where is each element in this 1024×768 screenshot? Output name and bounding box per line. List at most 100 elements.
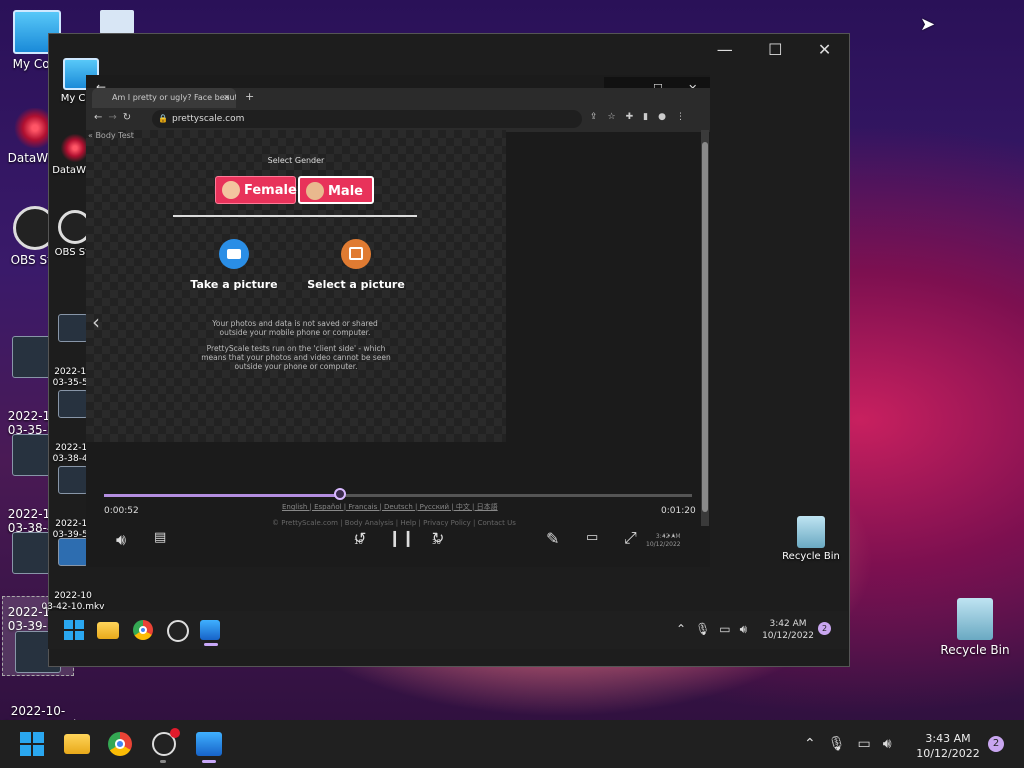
notification-badge[interactable]: 2 [988, 736, 1004, 752]
skip-forward-button[interactable]: ↻ 30 [426, 528, 450, 547]
language-links[interactable]: English | Español | Français | Deutsch |… [282, 502, 498, 512]
skip-back-label: 10 [354, 538, 363, 546]
inner-obs-icon [167, 620, 189, 642]
obs-button[interactable] [152, 728, 180, 756]
minimize-icon[interactable]: — [717, 40, 733, 59]
video-file-icon [58, 314, 88, 342]
seek-bar[interactable] [104, 488, 692, 500]
female-avatar-icon [222, 181, 240, 199]
fullscreen-icon[interactable]: ⤢ [624, 528, 637, 548]
female-label: Female [244, 183, 297, 198]
select-gender-label: Select Gender [267, 156, 325, 165]
inner-chrome-icon [133, 620, 153, 640]
file-explorer-button[interactable] [64, 734, 90, 754]
start-button[interactable] [20, 732, 44, 756]
pen-icon[interactable]: ✎ [546, 529, 559, 548]
page-scrollbar[interactable] [701, 130, 709, 526]
inner-clock-tray: 3:42 AM 10/12/2022 [760, 618, 816, 642]
profile-icon[interactable]: ● [658, 112, 676, 122]
subtitles-icon[interactable]: ▤ [154, 530, 166, 545]
nav-buttons[interactable]: ←→↻ [94, 112, 137, 123]
clock-date: 10/12/2022 [916, 747, 980, 760]
breadcrumb[interactable]: « Body Test [88, 131, 134, 140]
record-dot-icon [170, 728, 180, 738]
forward-icon[interactable]: → [108, 112, 122, 123]
privacy-text-1: Your photos and data is not saved or sha… [212, 319, 378, 337]
cast-icon[interactable]: ▭ [586, 530, 598, 545]
share-icon[interactable]: ⇪ [590, 112, 608, 122]
inner-icon-label: 2022-10 03-42-10.mkv [41, 591, 105, 612]
tab-close-icon[interactable]: ✕ [223, 88, 230, 108]
desktop-file-icon[interactable] [100, 10, 134, 34]
system-tray: ⌃🎙︎▭🔊︎ [804, 736, 904, 752]
mic-icon[interactable]: 🎙︎ [828, 736, 858, 752]
camera-icon[interactable] [219, 239, 249, 269]
chevron-up-icon[interactable]: ⌃ [804, 736, 828, 752]
media-player-button[interactable] [196, 732, 222, 756]
gallery-icon[interactable] [341, 239, 371, 269]
desktop-icon-label: Recycle Bin [940, 643, 1010, 657]
total-duration: 0:01:20 [661, 506, 696, 516]
inner-tray-date: 10/12/2022 [762, 631, 814, 641]
divider [173, 215, 417, 217]
inner-icon-label: Recycle Bin [782, 551, 840, 562]
inner-clock-time: 3:42 AM [655, 533, 681, 540]
desktop-icon-recycle-bin[interactable]: Recycle Bin [938, 598, 1012, 657]
back-icon[interactable]: ← [94, 112, 108, 123]
inner-tray-icons: ⌃🎙︎▭🔊︎ [676, 622, 756, 637]
chrome-button[interactable] [108, 732, 132, 756]
inner-clock-date: 10/12/2022 [646, 541, 681, 548]
select-picture-button[interactable]: Select a picture [302, 278, 410, 291]
volume-icon[interactable]: 🔊︎ [116, 530, 126, 550]
recycle-bin-icon [797, 516, 825, 548]
inner-icon-recycle-bin: Recycle Bin [776, 516, 846, 562]
chevron-up-icon: ⌃ [676, 622, 696, 636]
inner-tray-time: 3:42 AM [769, 619, 807, 629]
recycle-bin-icon [957, 598, 993, 640]
network-icon: ▭ [719, 622, 740, 636]
pause-button[interactable]: ❙❙ [388, 528, 415, 547]
male-avatar-icon [306, 182, 324, 200]
browser-toolbar-icons: ⇪☆✚▮●⋮ [590, 112, 695, 122]
scroll-thumb[interactable] [702, 142, 708, 512]
speaker-icon: 🔊︎ [739, 622, 757, 636]
taskbar-clock[interactable]: 3:43 AM 10/12/2022 [914, 731, 982, 761]
skip-back-button[interactable]: ↺ 10 [348, 528, 372, 547]
male-button[interactable]: Male [298, 176, 374, 204]
sidepanel-icon[interactable]: ▮ [643, 112, 658, 122]
address-bar[interactable]: 🔒 prettyscale.com [152, 110, 582, 128]
extensions-icon[interactable]: ✚ [626, 112, 644, 122]
browser-tab[interactable]: Am I pretty or ugly? Face beauty ✕ [92, 88, 236, 108]
female-button[interactable]: Female [215, 176, 297, 204]
male-label: Male [328, 184, 363, 199]
elapsed-time: 0:00:52 [104, 506, 139, 516]
video-file-icon [58, 538, 88, 566]
star-icon[interactable]: ☆ [608, 112, 626, 122]
skip-forward-label: 30 [432, 538, 441, 546]
menu-icon[interactable]: ⋮ [676, 112, 695, 122]
window-controls: — ☐ ✕ [699, 34, 849, 64]
lock-icon: 🔒 [158, 114, 168, 123]
video-file-icon [58, 466, 88, 494]
reload-icon[interactable]: ↻ [123, 112, 137, 123]
speaker-icon[interactable]: 🔊︎ [883, 736, 904, 752]
network-icon[interactable]: ▭ [858, 736, 883, 752]
tab-title: Am I pretty or ugly? Face beauty [112, 93, 236, 102]
inner-notification-badge: 2 [818, 622, 831, 635]
take-picture-button[interactable]: Take a picture [180, 278, 288, 291]
chevron-left-icon[interactable]: ‹ [92, 310, 100, 334]
mouse-pointer-icon: ➤ [920, 14, 936, 35]
video-file-icon [58, 390, 88, 418]
inner-active-indicator [204, 643, 218, 646]
inner-start-icon [64, 620, 84, 640]
new-tab-icon[interactable]: + [245, 90, 254, 103]
inner-media-player-icon [200, 620, 220, 640]
close-icon[interactable]: ✕ [818, 40, 831, 59]
running-indicator [160, 760, 166, 763]
seek-fill [104, 494, 341, 497]
clock-time: 3:43 AM [925, 732, 971, 745]
privacy-text-2: PrettyScale tests run on the 'client sid… [201, 344, 391, 371]
inner-explorer-icon [97, 622, 119, 639]
page-footer[interactable]: © PrettyScale.com | Body Analysis | Help… [272, 519, 516, 527]
maximize-icon[interactable]: ☐ [768, 40, 782, 59]
